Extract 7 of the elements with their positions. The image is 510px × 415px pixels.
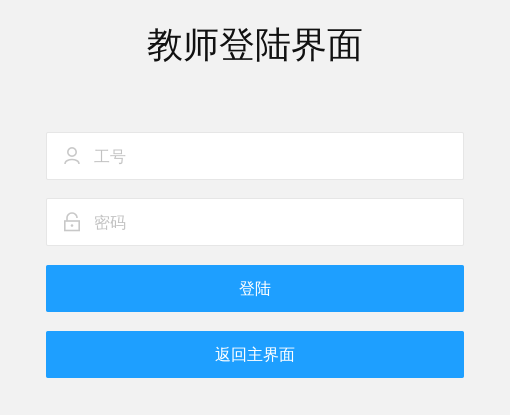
lock-icon [63, 212, 81, 232]
user-icon [63, 146, 81, 166]
input-field[interactable]: 密码 [46, 198, 464, 246]
input-field[interactable]: 工号 [46, 132, 464, 180]
page-title: 教师登陆界面 [147, 24, 363, 68]
back-button[interactable]: 返回主界面 [46, 331, 464, 378]
login-button[interactable]: 登陆 [46, 265, 464, 312]
